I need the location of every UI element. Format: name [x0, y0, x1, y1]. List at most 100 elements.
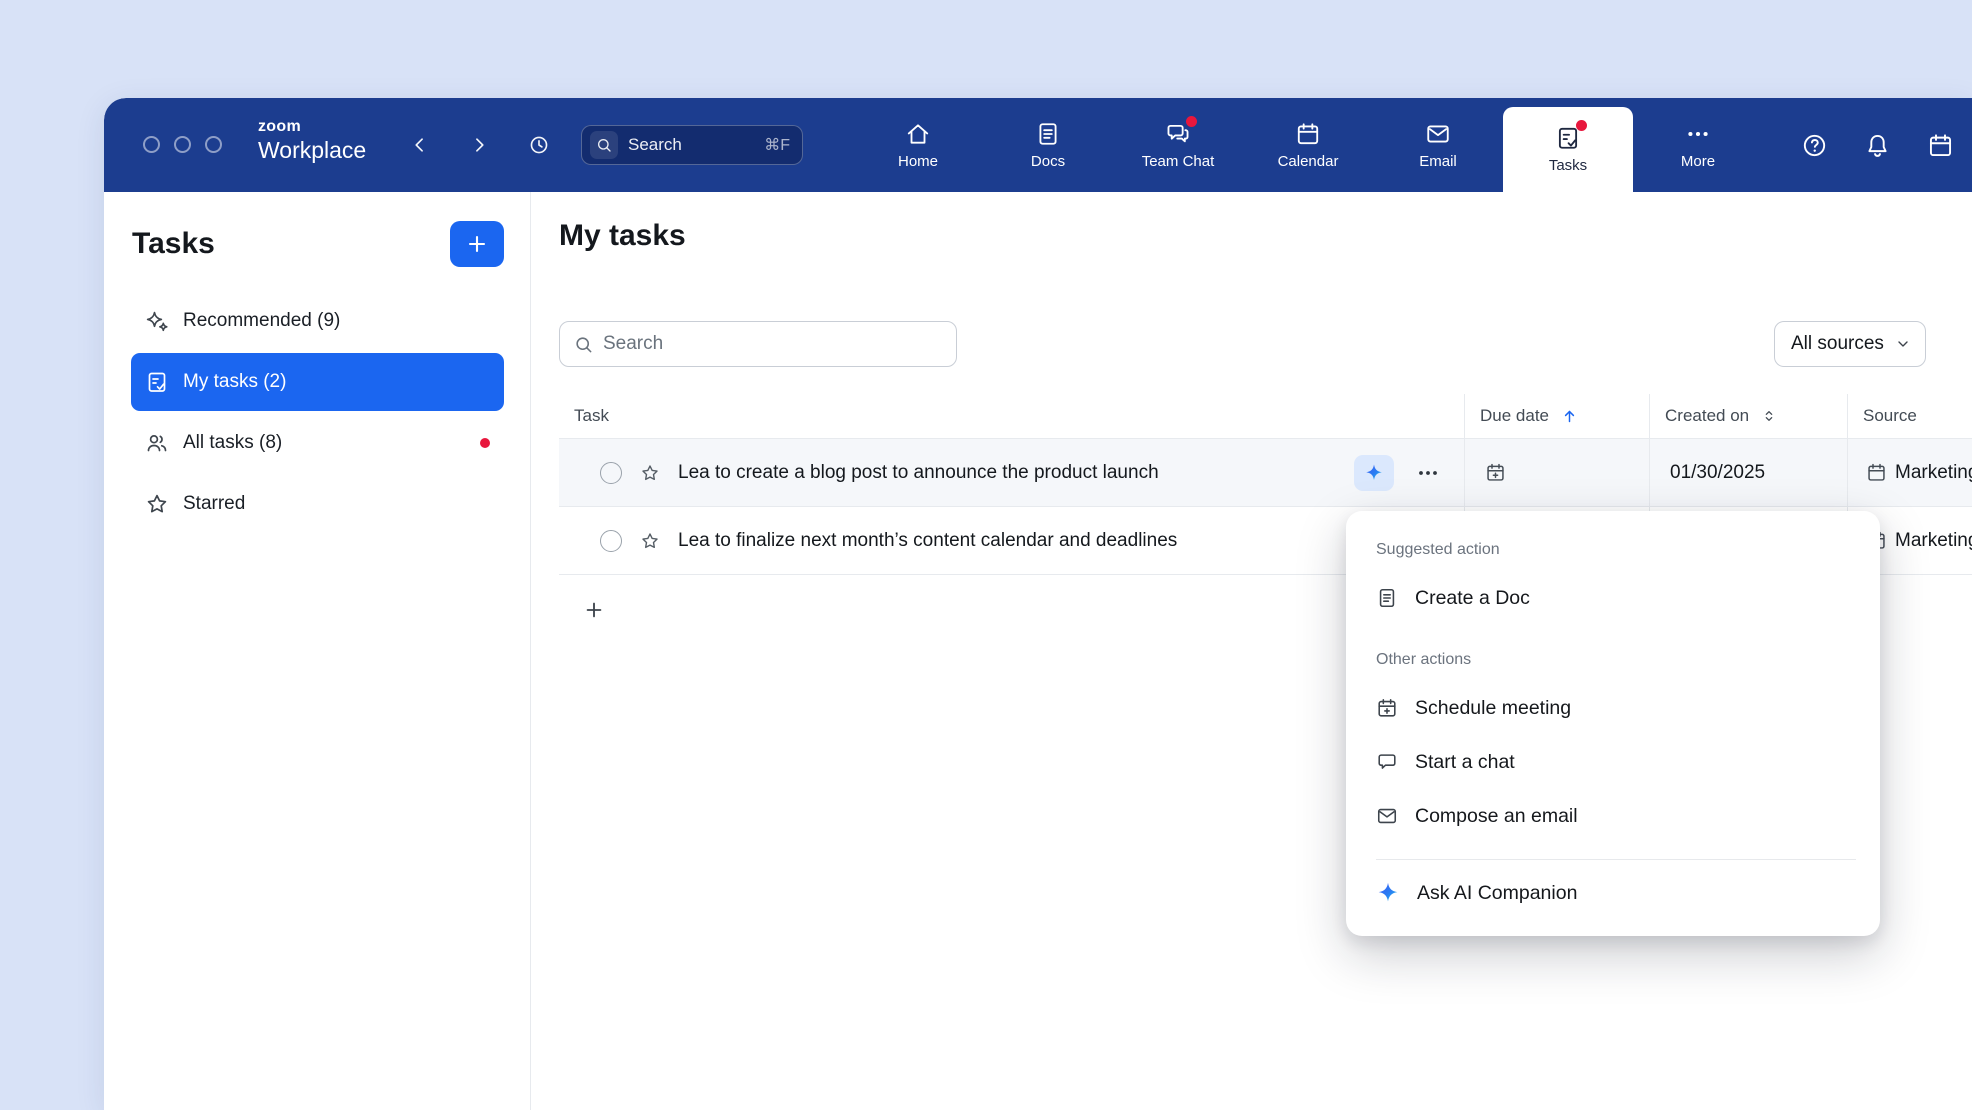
- menu-item-label: Schedule meeting: [1415, 697, 1571, 720]
- nav-label: Team Chat: [1142, 153, 1215, 170]
- nav-label: Calendar: [1278, 153, 1339, 170]
- ai-companion-action-button[interactable]: [1354, 455, 1394, 491]
- sidebar-item-label: Starred: [183, 493, 245, 515]
- nav-more[interactable]: More: [1633, 98, 1763, 192]
- ai-sparkle-icon: [1364, 463, 1384, 483]
- add-due-date-icon[interactable]: [1485, 462, 1506, 483]
- app-window: zoom Workplace Search ⌘F: [104, 98, 1972, 1110]
- source-value: Marketing: [1895, 462, 1972, 484]
- sidebar-item-label: My tasks (2): [183, 371, 286, 393]
- suggested-actions-menu: Suggested action Create a Doc Other acti…: [1346, 511, 1880, 936]
- search-shortcut: ⌘F: [764, 135, 790, 155]
- sidebar-item-all-tasks[interactable]: All tasks (8): [131, 414, 504, 472]
- window-controls: [143, 136, 222, 153]
- search-icon: [590, 131, 618, 159]
- sidebar-title: Tasks: [132, 227, 215, 261]
- calendar-panel-button[interactable]: [1922, 127, 1958, 163]
- tasks-sidebar: Tasks Recommended (9) My tasks (2): [104, 192, 531, 1110]
- notifications-button[interactable]: [1859, 127, 1895, 163]
- sidebar-item-label: All tasks (8): [183, 432, 282, 454]
- source-filter-dropdown[interactable]: All sources: [1774, 321, 1926, 367]
- chat-bubble-icon: [1376, 751, 1398, 773]
- sidebar-item-my-tasks[interactable]: My tasks (2): [131, 353, 504, 411]
- column-header-source[interactable]: Source: [1847, 394, 1972, 438]
- menu-item-ask-ai-companion[interactable]: Ask AI Companion: [1346, 866, 1880, 920]
- bell-icon: [1864, 132, 1891, 159]
- envelope-icon: [1376, 805, 1398, 827]
- team-chat-icon: [1165, 121, 1191, 147]
- menu-item-label: Start a chat: [1415, 751, 1515, 774]
- tasks-search-input[interactable]: [603, 333, 942, 355]
- history-button[interactable]: [523, 129, 555, 161]
- task-title: Lea to finalize next month’s content cal…: [678, 530, 1177, 552]
- nav-label: Docs: [1031, 153, 1065, 170]
- topbar-right-actions: [1796, 127, 1958, 163]
- menu-item-start-chat[interactable]: Start a chat: [1346, 735, 1880, 789]
- menu-item-label: Compose an email: [1415, 805, 1578, 828]
- table-row[interactable]: Lea to create a blog post to announce th…: [559, 439, 1972, 507]
- history-clock-icon: [528, 134, 550, 156]
- nav-tasks[interactable]: Tasks: [1503, 107, 1633, 192]
- home-icon: [905, 121, 931, 147]
- task-list-icon: [145, 370, 169, 394]
- window-close-button[interactable]: [143, 136, 160, 153]
- logo-workplace-text: Workplace: [258, 137, 366, 164]
- menu-item-schedule-meeting[interactable]: Schedule meeting: [1346, 681, 1880, 735]
- nav-home[interactable]: Home: [853, 98, 983, 192]
- global-search[interactable]: Search ⌘F: [581, 125, 803, 165]
- sidebar-item-starred[interactable]: Starred: [131, 475, 504, 533]
- task-complete-checkbox[interactable]: [600, 530, 622, 552]
- nav-team-chat[interactable]: Team Chat: [1113, 98, 1243, 192]
- sidebar-list: Recommended (9) My tasks (2) All tasks (…: [104, 292, 530, 533]
- menu-divider: [1376, 859, 1856, 860]
- window-minimize-button[interactable]: [174, 136, 191, 153]
- calendar-plus-icon: [1376, 697, 1398, 719]
- people-icon: [145, 431, 169, 455]
- row-more-actions-icon[interactable]: [1416, 461, 1440, 485]
- nav-docs[interactable]: Docs: [983, 98, 1113, 192]
- star-icon[interactable]: [640, 463, 660, 483]
- column-header-task[interactable]: Task: [559, 394, 1464, 438]
- chevron-left-icon: [410, 135, 430, 155]
- task-title: Lea to create a blog post to announce th…: [678, 462, 1159, 484]
- tasks-icon: [1555, 125, 1581, 151]
- add-task-button[interactable]: [450, 221, 504, 267]
- task-complete-checkbox[interactable]: [600, 462, 622, 484]
- window-maximize-button[interactable]: [205, 136, 222, 153]
- sidebar-item-recommended[interactable]: Recommended (9): [131, 292, 504, 350]
- menu-section-label: Suggested action: [1346, 529, 1880, 571]
- search-icon: [574, 335, 593, 354]
- back-button[interactable]: [404, 129, 436, 161]
- menu-item-create-doc[interactable]: Create a Doc: [1346, 571, 1880, 625]
- menu-item-label: Ask AI Companion: [1417, 882, 1577, 905]
- question-circle-icon: [1801, 132, 1828, 159]
- sparkles-icon: [145, 309, 169, 333]
- menu-item-compose-email[interactable]: Compose an email: [1346, 789, 1880, 843]
- tasks-unread-badge: [1576, 120, 1587, 131]
- column-header-created-on[interactable]: Created on: [1649, 394, 1847, 438]
- chevron-down-icon: [1895, 336, 1911, 352]
- nav-label: Home: [898, 153, 938, 170]
- calendar-panel-icon: [1927, 132, 1954, 159]
- calendar-icon: [1295, 121, 1321, 147]
- logo-zoom-text: zoom: [258, 118, 366, 137]
- doc-icon: [1376, 587, 1398, 609]
- email-icon: [1425, 121, 1451, 147]
- column-header-due-date[interactable]: Due date: [1464, 394, 1649, 438]
- team-chat-unread-badge: [1186, 116, 1197, 127]
- forward-button[interactable]: [463, 129, 495, 161]
- nav-email[interactable]: Email: [1373, 98, 1503, 192]
- zoom-workplace-logo: zoom Workplace: [258, 118, 366, 164]
- help-button[interactable]: [1796, 127, 1832, 163]
- nav-calendar[interactable]: Calendar: [1243, 98, 1373, 192]
- source-filter-value: All sources: [1791, 333, 1884, 355]
- all-tasks-unread-badge: [480, 438, 490, 448]
- plus-icon: [465, 232, 489, 256]
- nav-label: Tasks: [1549, 157, 1587, 174]
- sort-ascending-icon[interactable]: [1561, 408, 1578, 425]
- more-ellipsis-icon: [1685, 121, 1711, 147]
- star-icon[interactable]: [640, 531, 660, 551]
- global-search-placeholder: Search: [628, 135, 682, 155]
- table-header: Task Due date Created on Source: [559, 394, 1972, 439]
- sort-toggle-icon[interactable]: [1761, 408, 1777, 424]
